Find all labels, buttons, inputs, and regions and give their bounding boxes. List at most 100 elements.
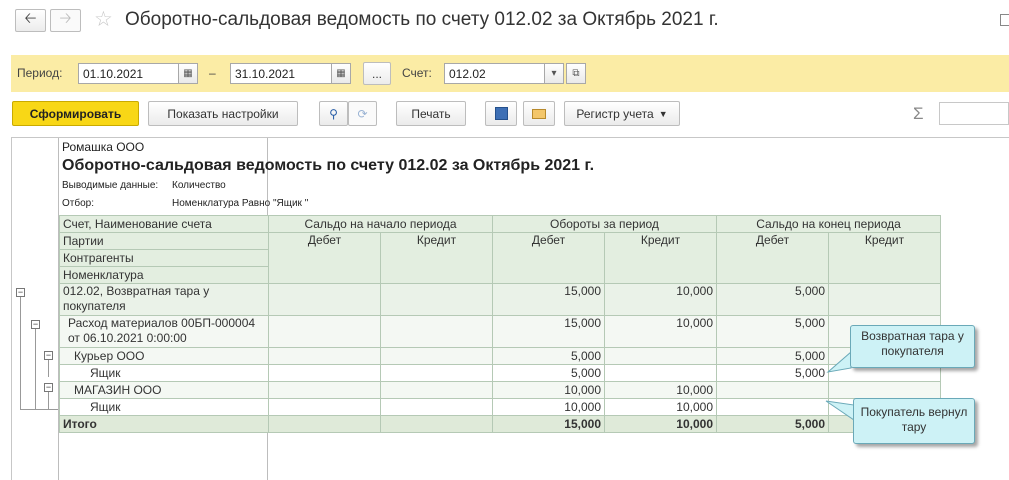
row-name: 012.02, Возвратная тара у покупателя <box>59 283 269 316</box>
header-turnover-credit: Кредит <box>604 232 717 284</box>
generate-button[interactable]: Сформировать <box>12 101 139 126</box>
tree-line <box>35 328 36 410</box>
turnover-debit-cell: 5,000 <box>492 347 605 365</box>
chevron-down-icon: ▾ <box>551 68 557 79</box>
total-row: Итого 15,000 10,000 5,000 <box>59 415 941 433</box>
star-icon[interactable]: ☆ <box>94 7 113 32</box>
search-cancel-icon: ⟳ <box>357 106 368 121</box>
closing-credit-cell <box>828 381 941 399</box>
turnover-debit-cell: 15,000 <box>492 283 605 316</box>
back-button[interactable]: 🡠 <box>15 9 46 32</box>
collapse-toggle[interactable]: − <box>31 320 40 329</box>
output-label: Выводимые данные: <box>62 180 159 191</box>
filter-label: Отбор: <box>62 198 94 209</box>
header-opening-credit: Кредит <box>380 232 493 284</box>
account-dropdown-button[interactable]: ▾ <box>544 63 564 84</box>
callout-buyer-returned: Покупатель вернул тару <box>853 398 975 444</box>
sum-field <box>939 102 1009 125</box>
account-field[interactable]: 012.02 <box>444 63 548 84</box>
table-header-row: Партии Дебет Кредит Дебет Кредит Дебет К… <box>59 232 941 284</box>
collapse-toggle[interactable]: − <box>16 288 25 297</box>
turnover-credit-cell: 10,000 <box>604 381 717 399</box>
email-button[interactable] <box>523 101 555 126</box>
callout-returnable-packaging: Возвратная тара у покупателя <box>850 325 975 368</box>
row-name: Расход материалов 00БП-000004 от 06.10.2… <box>59 315 269 348</box>
opening-credit-cell <box>380 381 493 399</box>
opening-debit-cell <box>268 347 381 365</box>
table-row[interactable]: Ящик 5,000 5,000 <box>59 364 941 382</box>
output-value: Количество <box>172 180 226 191</box>
report-title: Оборотно-сальдовая ведомость по счету 01… <box>62 157 595 174</box>
table-row[interactable]: МАГАЗИН ООО 10,000 10,000 <box>59 381 941 399</box>
save-icon <box>494 107 508 120</box>
opening-debit-cell <box>268 315 381 348</box>
collapse-toggle[interactable]: − <box>44 383 53 392</box>
turnover-debit-cell: 15,000 <box>492 315 605 348</box>
closing-debit-cell: 5,000 <box>716 364 829 382</box>
window-menu-icon[interactable] <box>1000 14 1009 26</box>
chevron-down-icon: ▼ <box>658 108 668 119</box>
header-counterparties: Контрагенты <box>59 249 269 267</box>
calendar-to-button[interactable]: ▦ <box>331 63 351 84</box>
header-opening-debit: Дебет <box>268 232 381 284</box>
search-icon: ⚲ <box>329 106 338 121</box>
search-button[interactable]: ⚲ <box>319 101 348 126</box>
period-dash: – <box>209 66 216 80</box>
closing-debit-cell: 5,000 <box>716 283 829 316</box>
header-turnover-debit: Дебет <box>492 232 605 284</box>
turnover-credit-cell: 10,000 <box>604 398 717 416</box>
window-title: Оборотно-сальдовая ведомость по счету 01… <box>125 9 719 30</box>
forward-button[interactable]: 🡢 <box>50 9 81 32</box>
report-org: Ромашка ООО <box>62 140 145 154</box>
tree-line <box>20 409 58 410</box>
header-opening: Сальдо на начало периода <box>268 215 493 233</box>
opening-credit-cell <box>380 398 493 416</box>
opening-credit-cell <box>380 364 493 382</box>
table-row[interactable]: 012.02, Возвратная тара у покупателя 15,… <box>59 283 941 316</box>
opening-credit-cell <box>380 315 493 348</box>
calendar-from-button[interactable]: ▦ <box>178 63 198 84</box>
turnover-credit-total: 10,000 <box>604 415 717 433</box>
turnover-credit-cell: 10,000 <box>604 315 717 348</box>
header-account: Счет, Наименование счета <box>59 215 269 233</box>
tree-line <box>48 392 49 409</box>
closing-debit-cell <box>716 381 829 399</box>
row-name: Ящик <box>59 364 269 382</box>
turnover-debit-cell: 5,000 <box>492 364 605 382</box>
row-name: Курьер ООО <box>59 347 269 365</box>
filter-value: Номенклатура Равно "Ящик " <box>172 198 309 209</box>
table-row[interactable]: Расход материалов 00БП-000004 от 06.10.2… <box>59 315 941 348</box>
header-closing: Сальдо на конец периода <box>716 215 941 233</box>
opening-credit-cell <box>380 347 493 365</box>
register-button[interactable]: Регистр учета ▼ <box>564 101 680 126</box>
account-label: Счет: <box>402 66 432 80</box>
tree-line <box>20 297 21 410</box>
period-select-button[interactable]: ... <box>363 62 391 85</box>
header-turnover: Обороты за период <box>492 215 717 233</box>
opening-debit-cell <box>268 398 381 416</box>
opening-debit-total <box>268 415 381 433</box>
calendar-icon: ▦ <box>183 68 193 79</box>
table-row[interactable]: Ящик 10,000 10,000 <box>59 398 941 416</box>
turnover-debit-cell: 10,000 <box>492 398 605 416</box>
table-row[interactable]: Курьер ООО 5,000 5,000 <box>59 347 941 365</box>
header-batches: Партии <box>59 232 269 250</box>
show-settings-button[interactable]: Показать настройки <box>148 101 298 126</box>
print-button[interactable]: Печать <box>396 101 466 126</box>
arrow-right-icon: 🡢 <box>59 10 72 27</box>
turnover-debit-cell: 10,000 <box>492 381 605 399</box>
date-from-field[interactable]: 01.10.2021 <box>78 63 187 84</box>
title-bar: 🡠 🡢 ☆ Оборотно-сальдовая ведомость по сч… <box>0 0 1009 44</box>
date-to-field[interactable]: 31.10.2021 <box>230 63 339 84</box>
sum-icon: Σ <box>913 104 924 123</box>
header-closing-credit: Кредит <box>828 232 941 284</box>
account-open-button[interactable]: ⧉ <box>566 63 586 84</box>
report-table: Счет, Наименование счета Сальдо на начал… <box>59 215 941 433</box>
closing-debit-cell: 5,000 <box>716 315 829 348</box>
period-label: Период: <box>17 66 63 80</box>
collapse-toggle[interactable]: − <box>44 351 53 360</box>
search-cancel-button[interactable]: ⟳ <box>348 101 377 126</box>
save-button[interactable] <box>485 101 517 126</box>
filter-bar: Период: 01.10.2021 ▦ – 31.10.2021 ▦ ... … <box>11 55 1009 92</box>
tree-line <box>48 360 49 377</box>
